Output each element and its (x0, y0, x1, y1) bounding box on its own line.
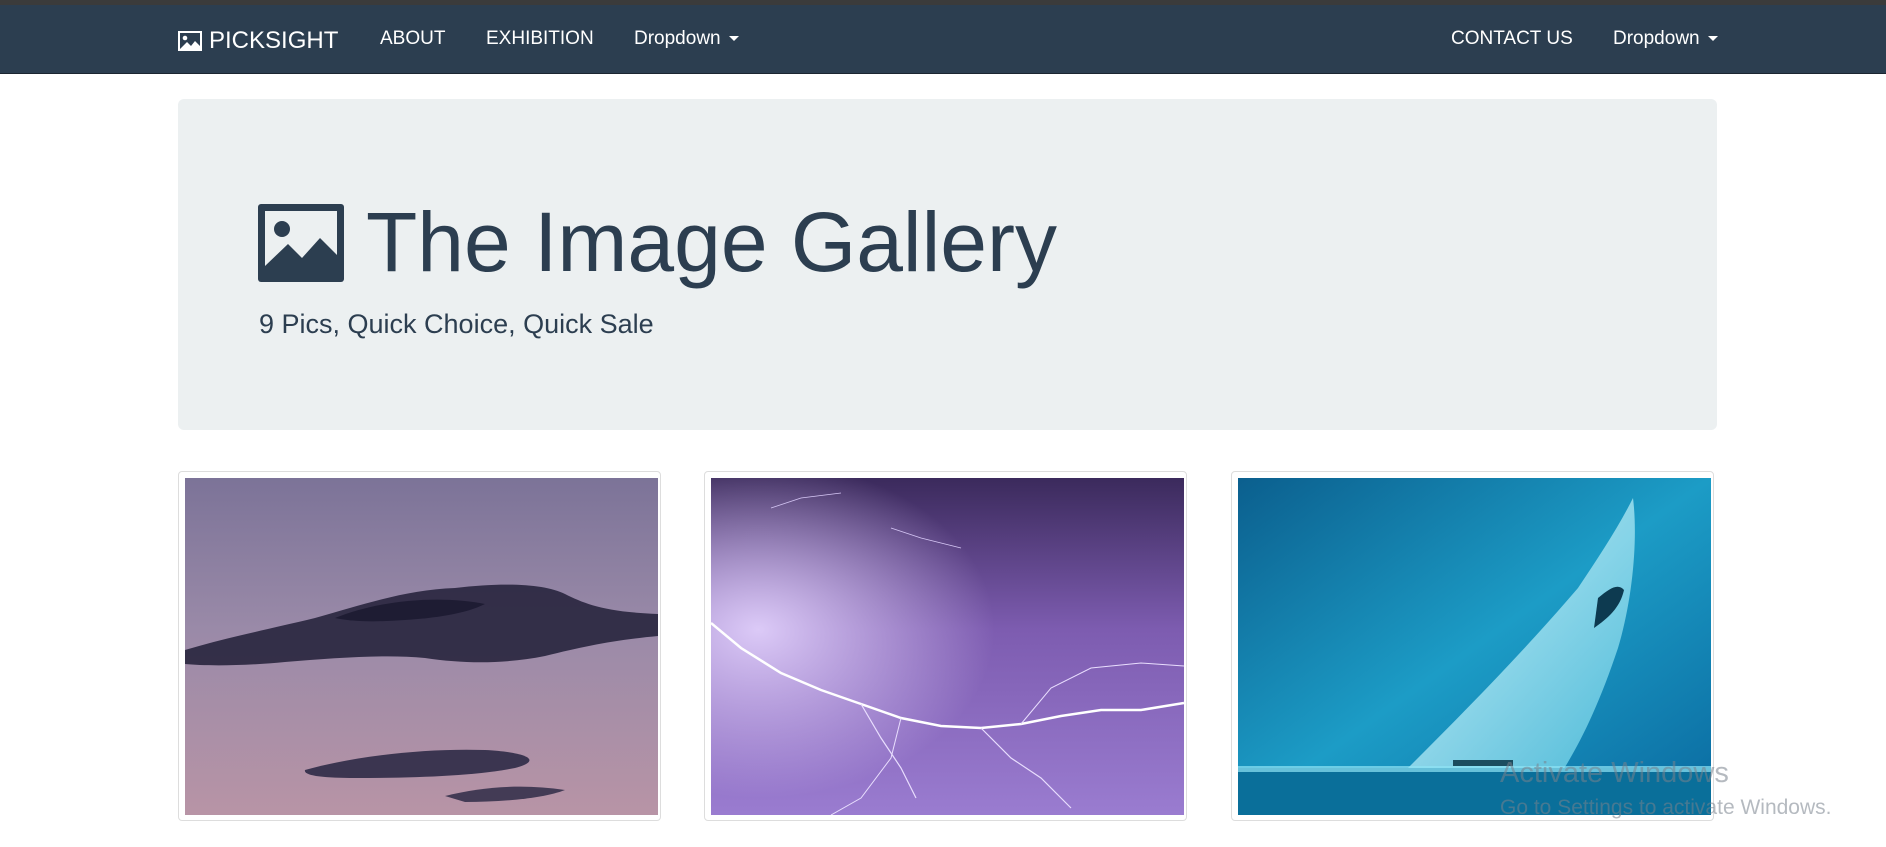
brand-link[interactable]: PICKSIGHT (177, 26, 338, 56)
nav-exhibition[interactable]: EXHIBITION (486, 28, 594, 50)
page-title: The Image Gallery (258, 194, 1057, 291)
nav-contact-us[interactable]: CONTACT US (1451, 28, 1573, 50)
caret-down-icon (1707, 36, 1718, 42)
lightning-photo (711, 478, 1184, 815)
jumbotron: The Image Gallery 9 Pics, Quick Choice, … (178, 99, 1717, 430)
nav-dropdown-left[interactable]: Dropdown (634, 28, 739, 50)
image-icon (258, 203, 344, 282)
gallery-thumbnail[interactable] (704, 471, 1187, 821)
image-icon (177, 30, 203, 52)
dusk-clouds-photo (185, 478, 658, 815)
page-subtitle: 9 Pics, Quick Choice, Quick Sale (259, 309, 654, 339)
windows-activation-watermark-subtitle: Go to Settings to activate Windows. (1500, 796, 1832, 819)
nav-dropdown-right-label: Dropdown (1613, 28, 1700, 49)
nav-dropdown-left-label: Dropdown (634, 28, 721, 49)
page-title-text: The Image Gallery (366, 195, 1057, 289)
brand-label: PICKSIGHT (209, 27, 339, 54)
navbar: PICKSIGHT ABOUT EXHIBITION Dropdown CONT… (0, 5, 1886, 74)
gallery-thumbnail[interactable] (178, 471, 661, 821)
nav-dropdown-right[interactable]: Dropdown (1613, 28, 1718, 50)
windows-activation-watermark-title: Activate Windows (1500, 757, 1729, 789)
nav-about[interactable]: ABOUT (380, 28, 445, 50)
caret-down-icon (728, 36, 739, 42)
